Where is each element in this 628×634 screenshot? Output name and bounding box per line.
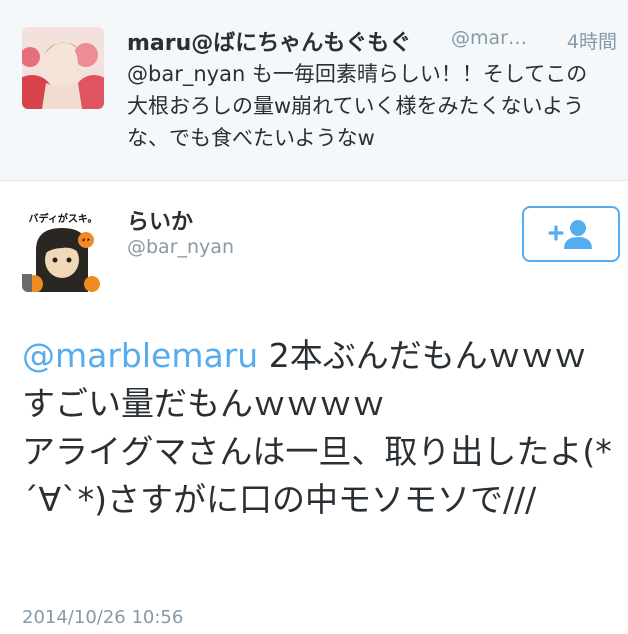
reply-handle[interactable]: @mar… bbox=[451, 27, 527, 49]
reply-time: 4時間 bbox=[566, 31, 617, 53]
tweet-text-line2: アライグマさんは一旦、取り出したよ(*´∀`*)さすがに口の中モソモソで/// bbox=[22, 432, 612, 519]
mention-link[interactable]: @marblemaru bbox=[22, 336, 258, 375]
add-user-icon bbox=[548, 220, 592, 249]
follow-button[interactable] bbox=[522, 206, 620, 262]
reply-avatar-image bbox=[22, 27, 104, 109]
reply-header: maru@ばにちゃんもぐもぐ @mar… 4時間 bbox=[127, 25, 617, 57]
reply-avatar[interactable] bbox=[22, 27, 104, 109]
tweet-timestamp: 2014/10/26 10:56 bbox=[22, 607, 184, 628]
main-avatar[interactable]: バディがスキ。 bbox=[22, 210, 104, 292]
tweet-text: @marblemaru 2本ぶんだもんｗｗｗすごい量だもんｗｗｗｗ アライグマさん… bbox=[22, 332, 612, 524]
reply-display-name[interactable]: maru@ばにちゃんもぐもぐ bbox=[127, 25, 411, 57]
avatar-caption: バディがスキ。 bbox=[29, 212, 98, 225]
reply-text: @bar_nyan も一毎回素晴らしい！！そしてこの大根おろしの量w崩れていく様… bbox=[127, 62, 588, 150]
reply-tweet[interactable]: maru@ばにちゃんもぐもぐ @mar… 4時間 @bar_nyan も一毎回素… bbox=[0, 0, 628, 181]
main-avatar-image: バディがスキ。 bbox=[22, 210, 104, 292]
main-display-name[interactable]: らいか bbox=[127, 204, 193, 236]
main-handle[interactable]: @bar_nyan bbox=[127, 236, 234, 258]
